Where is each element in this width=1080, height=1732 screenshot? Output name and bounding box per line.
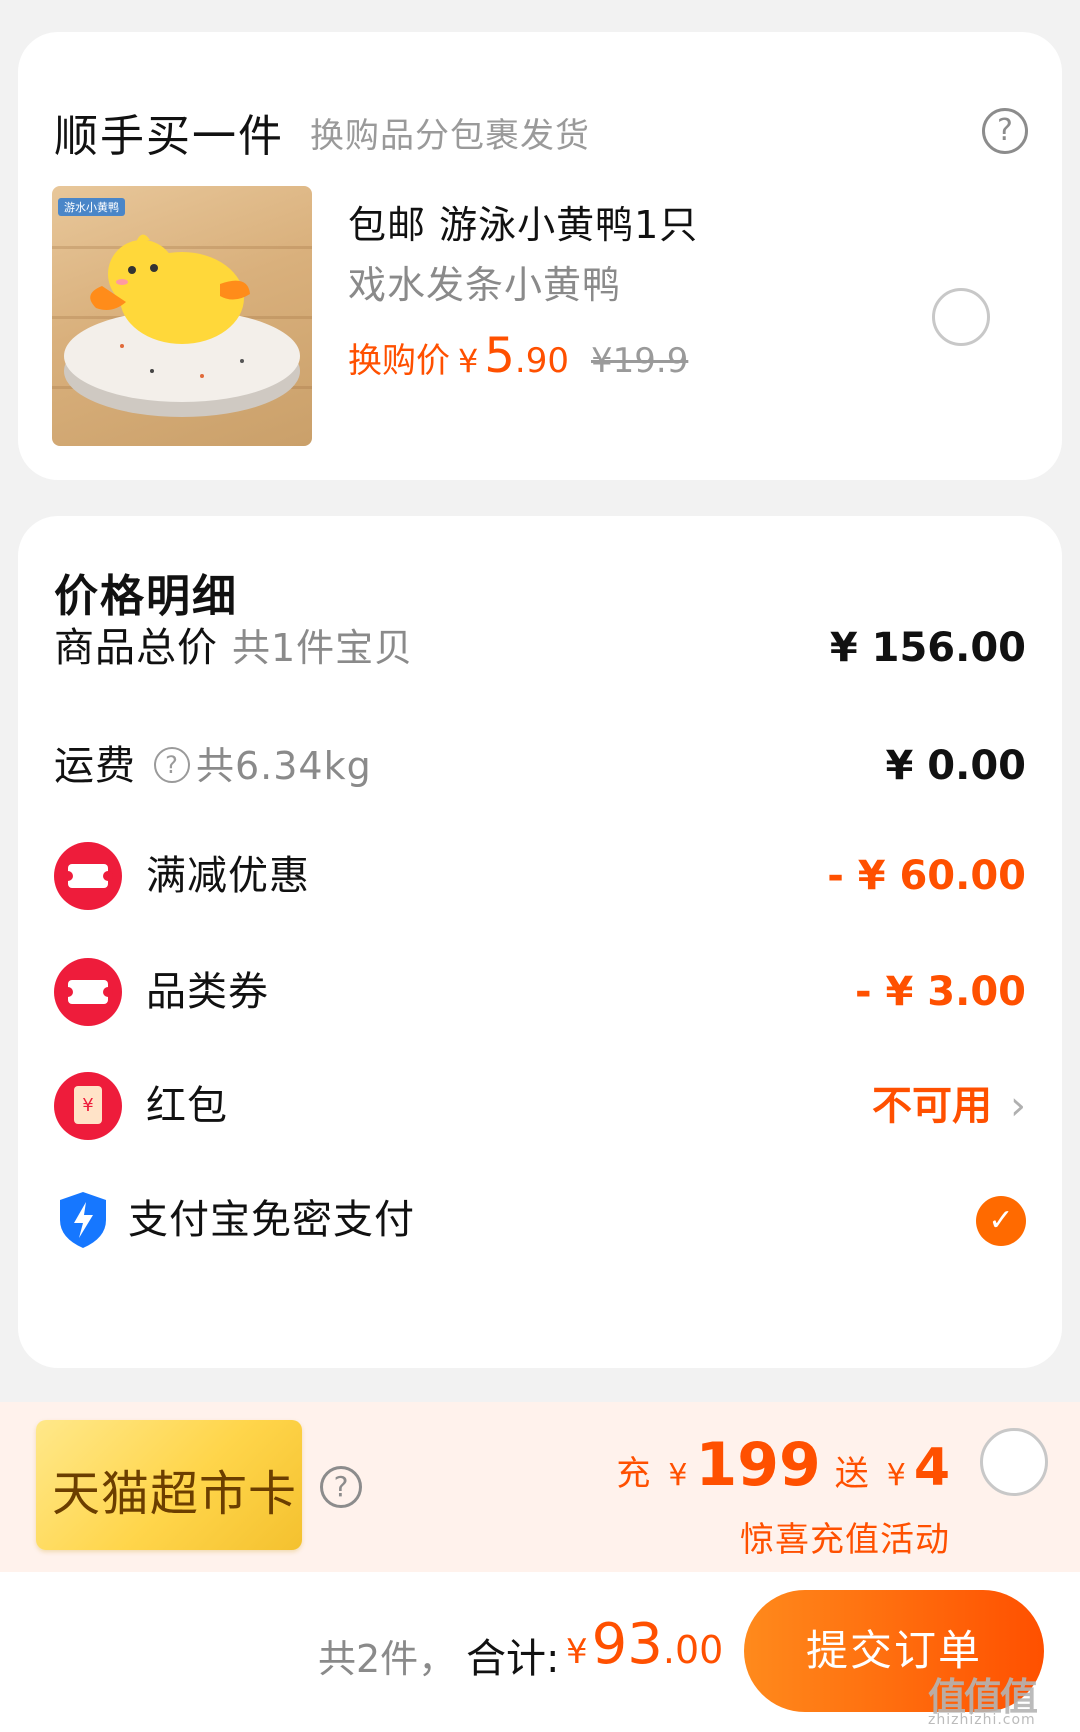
price-decimal: .90 <box>514 341 569 381</box>
alipay-label: 支付宝免密支付 <box>128 1197 415 1243</box>
shipping-weight: 共6.34kg <box>196 744 372 788</box>
question-circle-icon[interactable]: ? <box>982 108 1028 154</box>
bonus-amount: 4 <box>913 1438 950 1498</box>
tmall-select-radio[interactable] <box>980 1428 1048 1496</box>
product-description: 戏水发条小黄鸭 <box>348 263 622 307</box>
ticket-icon <box>54 958 122 1026</box>
ticket-icon <box>54 842 122 910</box>
tmall-card-label: 天猫超市卡 <box>52 1466 298 1522</box>
recharge-currency: ¥ <box>668 1458 688 1493</box>
shield-lightning-icon <box>60 1192 106 1248</box>
detail-title: 价格明细 <box>54 571 238 622</box>
bonus-currency: ¥ <box>886 1458 906 1493</box>
category-coupon-value: - ¥ 3.00 <box>855 969 1026 1015</box>
goods-count: 共1件宝贝 <box>232 626 414 670</box>
addon-subtitle: 换购品分包裹发货 <box>310 116 590 156</box>
goods-total-label: 商品总价 <box>54 625 218 671</box>
alipay-row[interactable]: 支付宝免密支付 ✓ <box>54 1190 1026 1250</box>
checkmark-icon[interactable]: ✓ <box>976 1196 1026 1246</box>
total-decimal: .00 <box>662 1628 724 1672</box>
addon-title: 顺手买一件 <box>54 111 284 162</box>
shipping-label: 运费 <box>54 743 136 789</box>
bonus-prefix: 送 <box>834 1454 869 1494</box>
item-count: 共2件， <box>318 1637 457 1681</box>
price-label: 换购价 <box>348 341 450 381</box>
goods-total-row: 商品总价 共1件宝贝 ¥ 156.00 <box>54 618 1026 678</box>
total-integer: 93 <box>591 1612 663 1677</box>
full-discount-value: - ¥ 60.00 <box>827 853 1026 899</box>
full-discount-row[interactable]: 满减优惠 - ¥ 60.00 <box>54 842 1026 910</box>
price-detail-card: 价格明细 商品总价 共1件宝贝 ¥ 156.00 运费? 共6.34kg ¥ 0.0… <box>18 516 1062 1368</box>
rubber-duck-icon <box>64 234 300 417</box>
addon-select-radio[interactable] <box>932 288 990 346</box>
addon-card: 顺手买一件 换购品分包裹发货 ? 游水小黄鸭 包邮 游泳小黄鸭1只 戏水发条小黄… <box>18 32 1062 480</box>
question-circle-icon[interactable]: ? <box>320 1466 362 1508</box>
tmall-card-strip: 天猫超市卡 ? 充 ¥ 199 送 ¥ 4 惊喜充值活动 <box>0 1402 1080 1572</box>
total-amount: ¥ 93 .00 <box>566 1612 723 1677</box>
recharge-prefix: 充 <box>616 1454 651 1494</box>
addon-price: 换购价 ¥ 5 .90 ¥19.9 <box>348 328 688 384</box>
shipping-value: ¥ 0.00 <box>885 743 1026 789</box>
product-name[interactable]: 包邮 游泳小黄鸭1只 <box>348 194 698 249</box>
chevron-right-icon: › <box>1010 1083 1026 1129</box>
total-currency: ¥ <box>566 1632 588 1672</box>
shipping-row: 运费? 共6.34kg ¥ 0.00 <box>54 736 1026 796</box>
total-label: 合计: <box>466 1636 560 1682</box>
tmall-card-badge[interactable]: 天猫超市卡 <box>36 1420 302 1550</box>
recharge-activity: 惊喜充值活动 <box>740 1520 950 1560</box>
checkout-bar: 共2件， 合计: ¥ 93 .00 提交订单 值值值 zhizhizhi.com <box>0 1572 1080 1732</box>
red-packet-value: 不可用 › <box>872 1076 1026 1136</box>
full-discount-label: 满减优惠 <box>146 853 310 899</box>
recharge-amount: 199 <box>695 1430 821 1500</box>
goods-total-value: ¥ 156.00 <box>829 625 1026 671</box>
product-image[interactable]: 游水小黄鸭 <box>52 186 312 446</box>
red-envelope-icon: ¥ <box>54 1072 122 1140</box>
price-currency: ¥ <box>458 342 479 380</box>
red-packet-row[interactable]: ¥ 红包 不可用 › <box>54 1072 1026 1140</box>
watermark-url: zhizhizhi.com <box>928 1712 1036 1728</box>
category-coupon-row[interactable]: 品类券 - ¥ 3.00 <box>54 958 1026 1026</box>
shipping-help-icon[interactable]: ? <box>154 747 190 783</box>
price-integer: 5 <box>484 328 515 384</box>
category-coupon-label: 品类券 <box>146 969 269 1015</box>
red-packet-label: 红包 <box>146 1083 228 1129</box>
original-price: ¥19.9 <box>590 341 689 381</box>
recharge-offer: 充 ¥ 199 送 ¥ 4 <box>616 1430 950 1500</box>
